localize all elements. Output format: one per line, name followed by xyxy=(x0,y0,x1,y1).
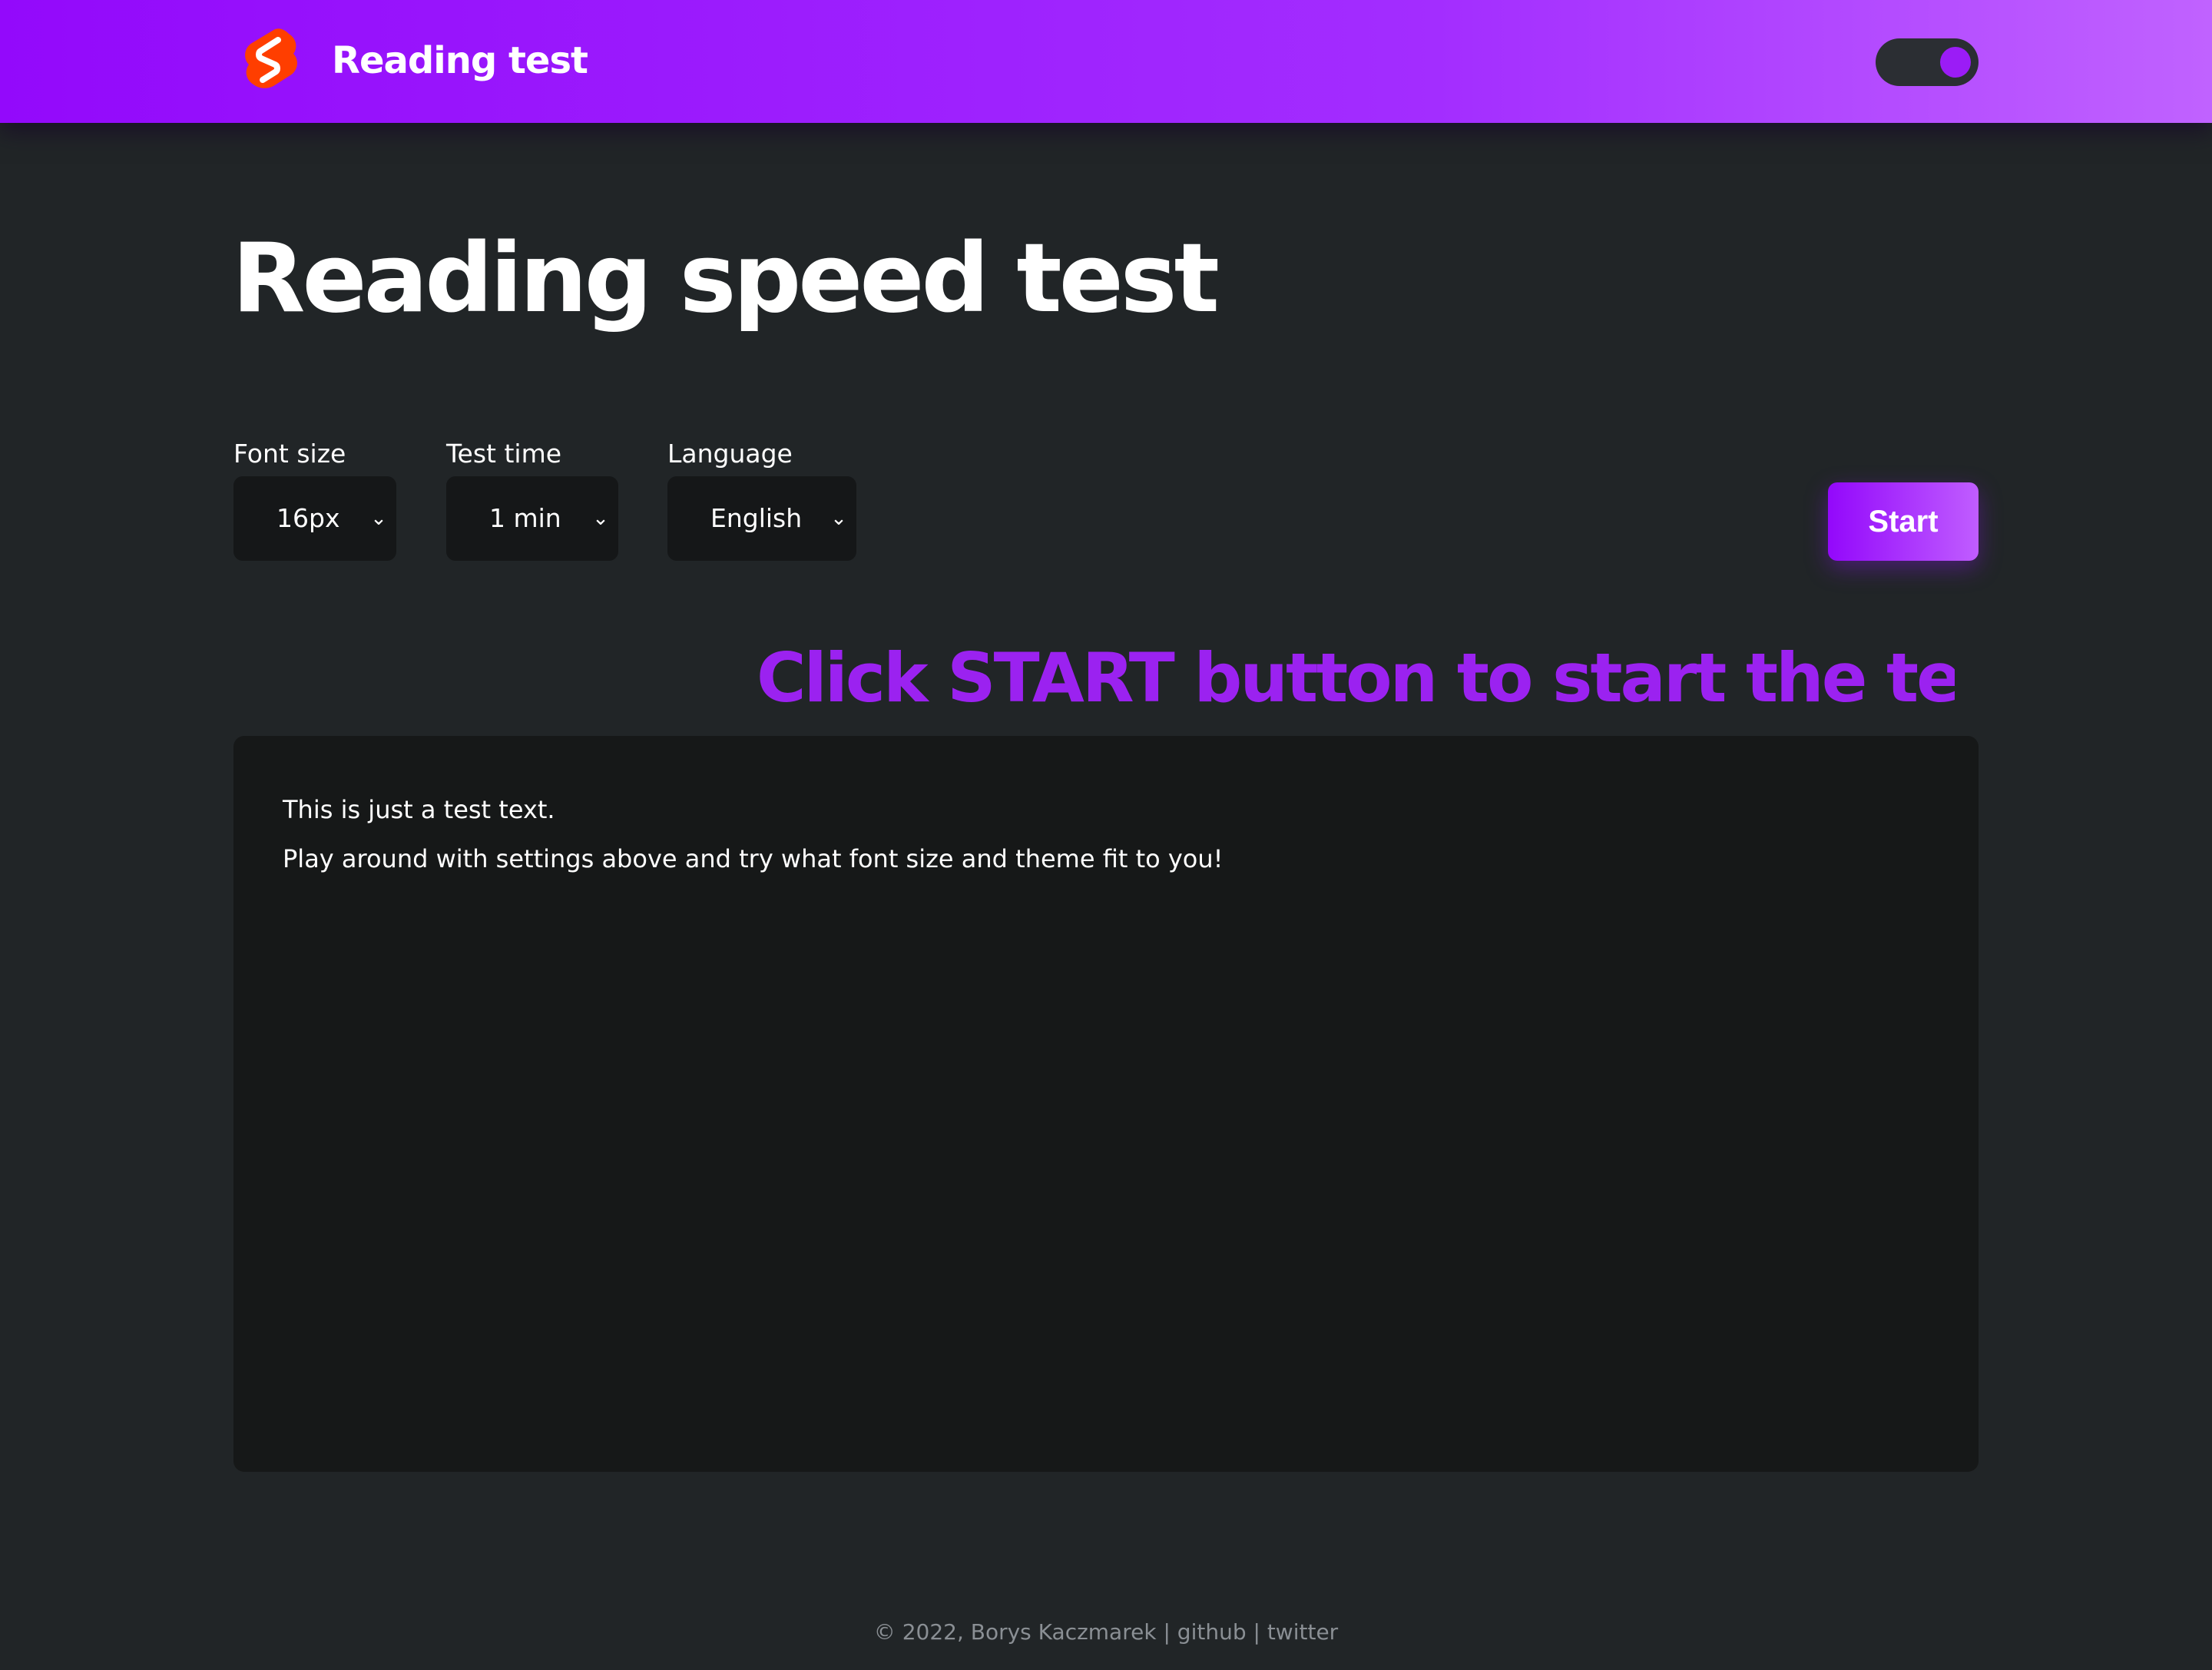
font-size-value: 16px xyxy=(276,503,340,533)
reading-line-1: This is just a test text. xyxy=(283,795,555,824)
github-link[interactable]: github xyxy=(1177,1619,1247,1645)
chevron-down-icon: ⌄ xyxy=(830,507,847,530)
footer: © 2022, Borys Kaczmarek | github | twitt… xyxy=(0,1613,2212,1652)
chevron-down-icon: ⌄ xyxy=(370,507,387,530)
font-size-label: Font size xyxy=(233,439,346,469)
theme-toggle[interactable] xyxy=(1876,38,1979,86)
svelte-logo-icon[interactable] xyxy=(240,25,301,98)
footer-copyright: © 2022, Borys Kaczmarek xyxy=(873,1619,1157,1645)
test-time-value: 1 min xyxy=(489,503,561,533)
start-button[interactable]: Start xyxy=(1828,482,1979,561)
test-time-label: Test time xyxy=(446,439,562,469)
top-bar: Reading test xyxy=(0,0,2212,123)
test-time-select[interactable]: 1 min ⌄ xyxy=(446,476,618,561)
chevron-down-icon: ⌄ xyxy=(592,507,609,530)
page-title: Reading speed test xyxy=(232,224,1220,334)
language-select[interactable]: English ⌄ xyxy=(667,476,856,561)
start-hint: Click START button to start the test xyxy=(757,638,1955,717)
footer-separator: | xyxy=(1156,1619,1177,1645)
twitter-link[interactable]: twitter xyxy=(1267,1619,1338,1645)
language-value: English xyxy=(710,503,803,533)
language-label: Language xyxy=(667,439,793,469)
reading-line-2: Play around with settings above and try … xyxy=(283,844,1224,873)
font-size-select[interactable]: 16px ⌄ xyxy=(233,476,396,561)
reading-text-area: This is just a test text. Play around wi… xyxy=(233,736,1979,1472)
toggle-knob xyxy=(1940,47,1971,78)
footer-separator: | xyxy=(1246,1619,1267,1645)
brand-title[interactable]: Reading test xyxy=(332,35,588,86)
